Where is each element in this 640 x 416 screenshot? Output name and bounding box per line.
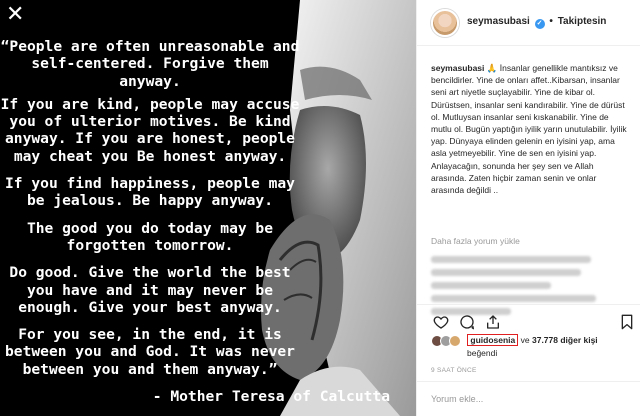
quote-paragraph: “People are often unreasonable and self-… xyxy=(0,38,300,90)
quote-paragraph: Do good. Give the world the best you hav… xyxy=(9,264,291,316)
likes-suffix: beğendi xyxy=(467,347,498,358)
avatar[interactable] xyxy=(431,9,459,37)
blurred-line xyxy=(431,256,591,263)
blurred-line xyxy=(431,295,596,302)
post-timestamp[interactable]: 9 SAAT ÖNCE xyxy=(431,367,477,374)
comment-icon[interactable] xyxy=(459,314,475,330)
caption-text: İnsanlar genellikle mantıksız ve bencild… xyxy=(431,63,627,196)
quote-paragraph: If you are kind, people may accuse you o… xyxy=(0,95,300,165)
liker-avatars xyxy=(431,334,465,347)
post-sidebar: seymasubasi ✓ • Takiptesin seymasubasi 🙏… xyxy=(416,0,640,416)
action-bar xyxy=(417,304,640,334)
post-header: seymasubasi ✓ • Takiptesin xyxy=(417,0,640,46)
praying-hands-emoji: 🙏 xyxy=(486,63,498,73)
quote-paragraph: If you find happiness, people may be jea… xyxy=(5,175,295,210)
quote-attribution: - Mother Teresa of Calcutta xyxy=(152,388,390,406)
quote-text: “People are often unreasonable and self-… xyxy=(0,38,390,405)
follow-status-button[interactable]: Takiptesin xyxy=(558,16,607,27)
comment-form xyxy=(417,381,640,416)
post-caption: seymasubasi 🙏 İnsanlar genellikle mantık… xyxy=(431,62,627,196)
header-user-row: seymasubasi ✓ • Takiptesin xyxy=(467,16,606,29)
quote-paragraph: The good you do today may be forgotten t… xyxy=(26,219,273,254)
avatar[interactable] xyxy=(449,334,461,347)
liker-username[interactable]: guidosenia xyxy=(467,334,519,346)
blurred-line xyxy=(431,282,551,289)
comment-input[interactable] xyxy=(431,392,627,406)
blurred-line xyxy=(431,269,581,276)
verified-badge-icon: ✓ xyxy=(534,19,545,29)
bookmark-icon[interactable] xyxy=(619,314,635,330)
share-icon[interactable] xyxy=(485,314,501,330)
likes-count-button[interactable]: 37.778 diğer kişi xyxy=(532,335,598,345)
close-icon[interactable]: ✕ xyxy=(6,3,24,25)
heart-icon[interactable] xyxy=(433,314,449,330)
likes-connector: ve xyxy=(520,335,530,345)
header-username[interactable]: seymasubasi xyxy=(467,16,530,27)
likes-summary: guidosenia ve 37.778 diğer kişi beğendi xyxy=(431,334,631,359)
separator-dot: • xyxy=(549,16,553,27)
quote-paragraph: For you see, in the end, it is between y… xyxy=(5,326,295,378)
caption-username[interactable]: seymasubasi xyxy=(431,63,484,73)
post-image[interactable]: ✕ “People are often unreasonable and sel… xyxy=(0,0,416,416)
load-more-comments-button[interactable]: Daha fazla yorum yükle xyxy=(431,236,520,246)
